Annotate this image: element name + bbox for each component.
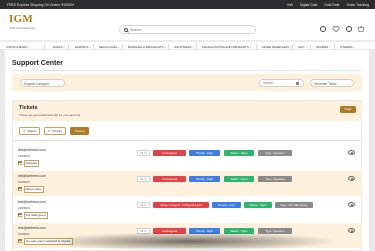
tickets-subtitle: These are generated ticket(s) by your ac… [19, 113, 82, 117]
nav-item-solitaires[interactable]: SOLITAIRES⌄ [174, 45, 194, 49]
ticket-date: 14/06/24 [18, 179, 30, 184]
priority-badge: Priority : High [189, 228, 220, 234]
nav-item-necklaces[interactable]: NECKLACES⌄ [99, 45, 120, 49]
open-status-badge: Status : Open [224, 150, 254, 156]
close-icon[interactable]: ✕ [48, 129, 51, 133]
compare-icon[interactable] [345, 25, 353, 33]
nav-item-more-jewellery[interactable]: MORE JEWELLERY⌄ [262, 45, 292, 49]
ticket-subject: Pre Sale Query [18, 212, 49, 219]
chip-priority[interactable]: ✕ Priority [44, 127, 66, 135]
type-badge: Type : Question [258, 228, 292, 234]
logo-text: IGM [9, 13, 34, 25]
nav-item-earings[interactable]: EARINGS⌄ [75, 45, 91, 49]
ticket-pager: 14 / 1 [137, 228, 150, 234]
divider [13, 140, 362, 141]
priority-badge: Priority : Low [212, 202, 241, 208]
cart-icon[interactable] [357, 25, 365, 33]
tickets-header: Tickets These are generated ticket(s) by… [13, 101, 362, 121]
chevron-down-icon: ⌄ [347, 81, 350, 86]
clear-button[interactable]: Clear [340, 106, 356, 113]
topbar-link-digital-gold[interactable]: Digital Gold [300, 3, 318, 7]
ticket-icon [18, 239, 23, 245]
type-badge: Type : Question [258, 150, 292, 156]
tickets-title: Tickets [19, 105, 38, 111]
search-icon [295, 81, 299, 85]
ticket-email: test@webtest.com [18, 226, 46, 230]
ticket-pager: 14 / 1 [137, 150, 150, 156]
ticket-icon [18, 213, 23, 219]
nav-item-others[interactable]: OTHERS⌄ [340, 45, 355, 49]
ticket-email: test@webtest.com [18, 174, 46, 178]
ticket-icon [18, 187, 23, 193]
ticket-email: test@webtest.com [18, 200, 46, 204]
wishlist-icon[interactable] [332, 25, 340, 33]
tickets-panel: Tickets These are generated ticket(s) by… [12, 100, 362, 251]
nav-item-mangalsutra-pendants[interactable]: MANGALSUTRA AND PENDANTS⌄ [202, 45, 251, 49]
site-header: IGM India Gold Metaverse [0, 9, 375, 41]
status-badge: Undesigned [153, 150, 186, 156]
topbar-links: Sell Digital Gold Gold Rate Order Tracki… [287, 3, 369, 7]
view-icon[interactable] [348, 228, 355, 233]
sorting-button[interactable]: Sorting [69, 127, 90, 135]
header-search-input[interactable] [130, 27, 250, 33]
page-title: Support Center [12, 60, 63, 67]
main-content: Support Center Support Category ⌄ Genera… [5, 50, 369, 251]
ticket-subject: Testgold [18, 160, 40, 167]
ticket-search-input[interactable] [263, 81, 295, 86]
nav-item-rings[interactable]: RINGS⌄ [53, 45, 65, 49]
view-icon[interactable] [348, 150, 355, 155]
filter-chips: ✕ Status ✕ Priority Sorting [19, 127, 90, 135]
chevron-down-icon: ⌄ [58, 81, 61, 86]
chip-status[interactable]: ✕ Status [19, 127, 41, 135]
ticket-date: 14/06/24 [18, 231, 30, 236]
logo-tagline: India Gold Metaverse [9, 25, 36, 30]
nav-item-coins-bars[interactable]: COINS & BARS⌄ [6, 45, 30, 49]
ticket-search[interactable] [259, 78, 304, 87]
open-status-badge: Status : Open [224, 228, 254, 234]
priority-badge: Priority : High [189, 150, 220, 156]
top-announcement-bar: FREE Express Shipping On Orders ₹10000+ … [0, 0, 375, 9]
ticket-icon [18, 161, 23, 167]
assign-agent-badge: Assign To Agent : Indiagold Agent [153, 202, 209, 208]
ticket-subject: Rings query [18, 186, 44, 193]
logo[interactable]: IGM India Gold Metaverse [9, 13, 43, 35]
ticket-row[interactable]: test@webtest.com 14/06/24 Rings query 14… [13, 171, 362, 196]
nav-item-gift[interactable]: GIFT⌄ [298, 45, 307, 49]
view-icon[interactable] [348, 176, 355, 181]
ticket-row[interactable]: test@webtest.com 14/06/24 Pre Sale Query… [13, 197, 362, 222]
view-icon[interactable] [348, 202, 355, 207]
ticket-email: test@webtest.com [18, 148, 46, 152]
topbar-link-gold-rate[interactable]: Gold Rate [324, 3, 339, 7]
ticket-pager: 14 / 1 [137, 202, 150, 208]
ticket-pager: 14 / 1 [137, 176, 150, 182]
nav-item-bangles-bracelets[interactable]: BANGLES & BRACELETS⌄ [128, 45, 166, 49]
support-category-select[interactable]: Support Category ⌄ [20, 78, 65, 87]
search-icon [124, 27, 128, 32]
ticket-row[interactable]: test@webtest.com 14/06/24 pre sale query… [13, 223, 362, 248]
filter-bar: Support Category ⌄ Generate Ticket ⌄ [12, 74, 362, 91]
user-icon[interactable] [319, 25, 327, 33]
status-badge: Undesigned [153, 176, 186, 182]
ticket-date: 14/06/24 [18, 153, 30, 158]
open-status-badge: Status : Open [244, 202, 272, 208]
topbar-link-sell[interactable]: Sell [287, 3, 293, 7]
ticket-subject: pre sale query released to invoice [18, 238, 73, 245]
header-search[interactable] [119, 25, 256, 34]
shipping-message: FREE Express Shipping On Orders ₹10000+ [7, 2, 75, 7]
topbar-link-order-tracking[interactable]: Order Tracking [347, 3, 369, 7]
close-icon[interactable]: ✕ [23, 129, 26, 133]
ticket-date: 14/06/24 [18, 205, 30, 210]
open-status-badge: Status : Open [224, 176, 254, 182]
divider [12, 70, 362, 71]
status-badge: Undesigned [153, 228, 186, 234]
nav-item-offers[interactable]: OFFERS⌄ [316, 45, 331, 49]
generate-ticket-select[interactable]: Generate Ticket ⌄ [310, 78, 354, 87]
type-badge: Type : Pre Sale Query [275, 202, 313, 208]
category-nav: COINS & BARS⌄ RINGS⌄ EARINGS⌄ NECKLACES⌄… [0, 41, 375, 50]
priority-badge: Priority : High [189, 176, 220, 182]
type-badge: Type : Question [258, 176, 292, 182]
ticket-row[interactable]: test@webtest.com 14/06/24 Testgold 14 / … [13, 145, 362, 170]
